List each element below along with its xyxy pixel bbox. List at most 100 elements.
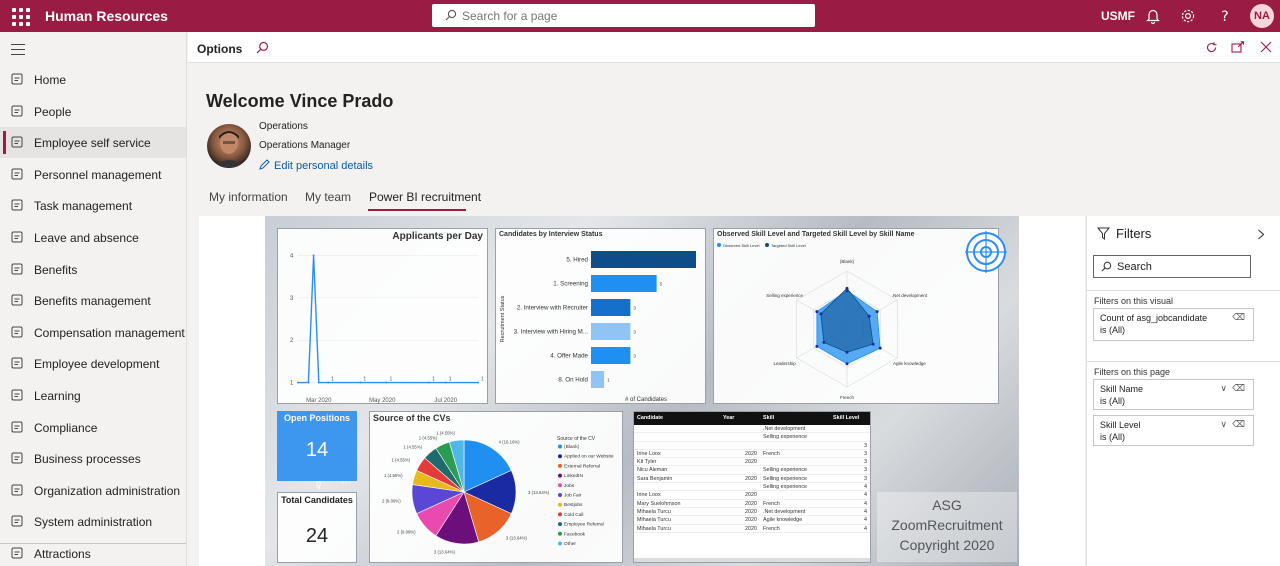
table-row[interactable]: Selling experience [634,433,870,442]
total-candidates-card[interactable]: Total Candidates 24 [277,492,357,563]
sidebar-item-benefits-management[interactable]: Benefits management [0,285,186,316]
table-row[interactable]: Irine Loox 2020 French 3 [634,450,870,459]
bar-2[interactable] [591,299,631,316]
chevron-right-icon[interactable] [1257,229,1265,240]
skill-radar-visual[interactable]: Observed Skill Level and Targeted Skill … [713,228,999,404]
tab-power-bi-recruitment[interactable]: Power BI recruitment [369,190,481,204]
table-cell: Sara Benjamin [637,475,673,482]
filter-name: Skill Level [1100,420,1141,430]
options-button[interactable]: Options [197,42,242,56]
sidebar-item-compliance[interactable]: Compliance [0,412,186,443]
search-placeholder: Search for a page [462,9,558,23]
sidebar-item-learning[interactable]: Learning [0,380,186,411]
options-search-icon[interactable] [256,41,269,54]
sidebar-item-organization-administration[interactable]: Organization administration [0,475,186,506]
tab-my-team[interactable]: My team [305,190,351,204]
filters-search-input[interactable]: Search [1093,255,1251,278]
department-text: Operations [259,121,308,132]
sidebar-item-business-processes[interactable]: Business processes [0,443,186,474]
more-options-icon[interactable]: ⋯ [341,478,351,489]
bar-5[interactable] [591,371,605,388]
table-row[interactable]: Mihaela Turcu 2020 .Net development 4 [634,508,870,517]
table-header-cell[interactable]: Year [720,412,760,425]
table-row[interactable]: Mary Suelohmson 2020 French 4 [634,500,870,508]
bar-value-label: 8 [699,258,702,263]
table-cell: Nicu Aleman [637,467,668,474]
source-of-cvs-visual[interactable]: Source of the CVs 4 (16.16%) 3 (13.64%) 3 … [369,411,623,563]
table-row[interactable]: Mihaela Turcu 2020 French 4 [634,525,870,533]
bar-4[interactable] [591,347,631,364]
applicants-point [317,381,320,384]
bar-3[interactable] [591,323,631,340]
app-launcher-icon[interactable] [10,6,30,26]
top-bar: Human Resources Search for a page USMF ?… [0,0,1280,32]
table-row[interactable]: 3 [634,442,870,450]
sidebar-item-benefits[interactable]: Benefits [0,254,186,285]
table-cell [760,491,830,498]
edit-personal-details-link[interactable]: Edit personal details [259,159,373,172]
app-title[interactable]: Human Resources [45,8,168,24]
refresh-icon[interactable] [1205,41,1218,54]
tab-my-information[interactable]: My information [209,190,288,204]
point-label: 1 [331,377,334,383]
radar-axis-label: (Blank) [840,259,855,264]
bar-1[interactable] [591,275,657,292]
compensation-icon [11,326,23,338]
table-row[interactable]: Selling experience 4 [634,483,870,492]
help-icon[interactable]: ? [1215,6,1235,26]
hamburger-icon[interactable] [11,44,25,59]
table-row[interactable]: .Net development [634,425,870,434]
user-avatar[interactable]: NA [1250,4,1274,28]
sidebar-item-employee-development[interactable]: Employee development [0,348,186,379]
sidebar-item-employee-self-service[interactable]: Employee self service [0,127,186,159]
table-cell: 4 [864,517,867,524]
filter-card-skill-level[interactable]: Skill Level is (All) ∨ ⌫ [1093,415,1254,446]
open-new-window-icon[interactable] [1231,41,1245,54]
chevron-down-icon[interactable]: ∨ [1220,383,1227,394]
pie-legend-label: Applied on our Website [564,454,614,460]
sidebar-item-system-administration[interactable]: System administration [0,506,186,537]
table-header-cell[interactable]: Skill [760,412,830,425]
table-cell: 2020 [745,508,757,515]
skills-table-visual[interactable]: Candidate Year Skill Skill Level .Net develo… [633,411,871,563]
table-cell [634,442,720,449]
sidebar-item-home[interactable]: Home [0,64,186,95]
table-row[interactable]: Mihaela Turcu 2020 Agile knowledge 4 [634,516,870,525]
pie-data-label: 3 (13.64%) [434,549,456,554]
eraser-icon[interactable]: ⌫ [1232,383,1245,394]
chevron-down-icon[interactable]: ∨ [1220,419,1227,430]
table-cell: 2020 [745,525,757,532]
bar-category-label: 2. Interview with Recruiter [517,305,588,312]
table-row[interactable]: Sara Benjamin 2020 Selling experience 3 [634,475,870,484]
filter-card-count-jobcandidate[interactable]: Count of asg_jobcandidate is (All) ⌫ [1093,308,1254,341]
table-header-cell[interactable]: Candidate [634,412,720,425]
legend-dot [717,243,721,247]
applicants-per-day-visual[interactable]: Applicants per Day 4 3 2 1 Mar 2020 May 2020 J… [277,228,488,404]
bell-icon[interactable] [1143,6,1163,26]
table-scrollbar[interactable] [634,558,870,562]
sidebar-item-personnel-management[interactable]: Personnel management [0,159,186,190]
applicants-point [477,381,479,384]
visual-filter-icon[interactable]: ⊽ [315,481,322,492]
gear-icon[interactable] [1178,6,1198,26]
company-picker[interactable]: USMF [1101,9,1135,23]
search-input[interactable]: Search for a page [432,4,815,27]
sidebar-item-people[interactable]: People [0,96,186,127]
interview-status-visual[interactable]: Candidates by Interview Status 5. Hired 8… [495,228,706,404]
filter-card-skill-name[interactable]: Skill Name is (All) ∨ ⌫ [1093,379,1254,410]
sidebar-item-task-management[interactable]: Task management [0,190,186,221]
table-row[interactable]: Irine Loox 2020 4 [634,491,870,500]
sidebar-item-leave-and-absence[interactable]: Leave and absence [0,222,186,253]
pie-legend-title: Source of the CV [557,436,596,442]
bar-0[interactable] [591,251,696,268]
report-canvas: Applicants per Day 4 3 2 1 Mar 2020 May 2020 J… [265,216,1019,566]
close-icon[interactable] [1260,41,1272,53]
eraser-icon[interactable]: ⌫ [1232,419,1245,430]
table-header-cell[interactable]: Skill Level [830,412,870,425]
applicants-point [327,381,330,384]
sidebar-item-compensation-management[interactable]: Compensation management [0,317,186,348]
table-row[interactable]: Nicu Aleman Selling experience 3 [634,466,870,475]
eraser-icon[interactable]: ⌫ [1232,312,1245,323]
open-positions-card[interactable]: Open Positions 14 [277,411,357,481]
table-row[interactable]: Kit Tyler 2020 3 [634,458,870,467]
